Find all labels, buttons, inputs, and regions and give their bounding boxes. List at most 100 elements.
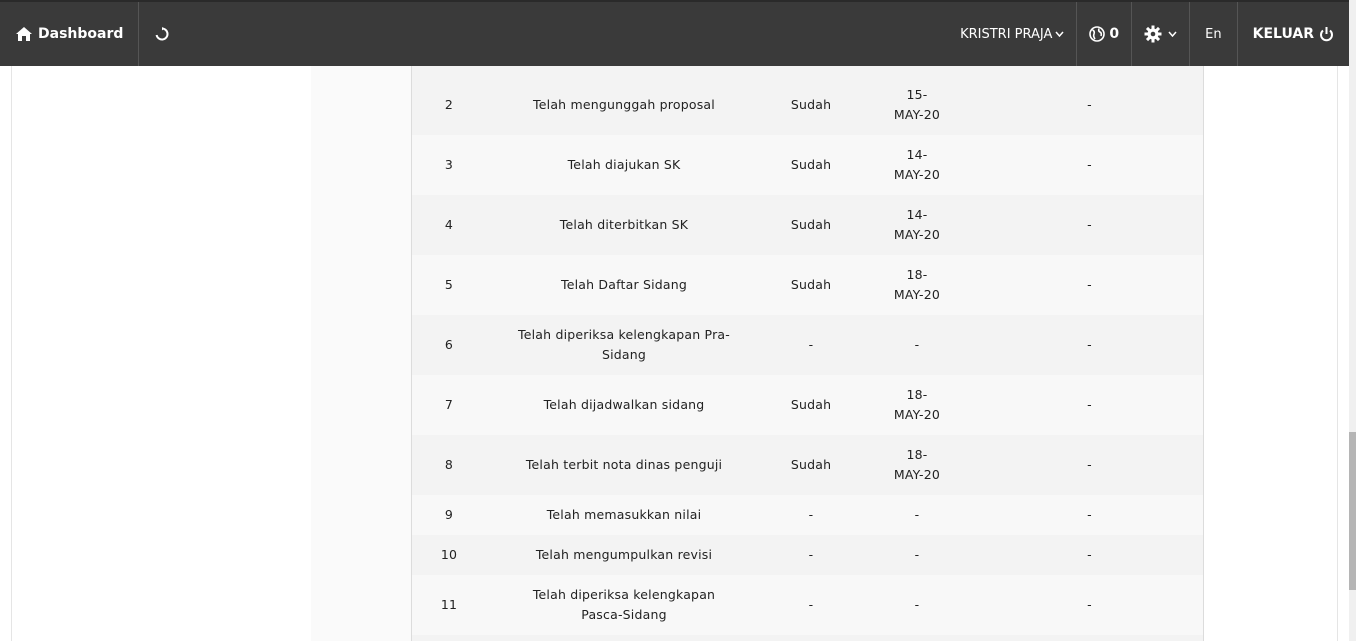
step-date xyxy=(860,66,974,75)
row-number: 7 xyxy=(412,375,486,435)
date-line: MAY-20 xyxy=(893,287,941,302)
date-line: MAY-20 xyxy=(893,407,941,422)
chevron-down-icon xyxy=(1168,31,1177,37)
table-row: 11 Telah diperiksa kelengkapan Pasca-Sid… xyxy=(412,575,1203,635)
step-name: Telah diperiksa kelengkapan Pasca-Sidang xyxy=(486,575,762,635)
step-date: - xyxy=(860,315,974,375)
step-name xyxy=(486,66,762,75)
row-number: 8 xyxy=(412,435,486,495)
power-icon xyxy=(1320,26,1333,41)
step-name: Telah memasukkan nilai xyxy=(486,495,762,535)
vertical-scrollbar[interactable] xyxy=(1349,0,1356,641)
step-note: - xyxy=(974,135,1203,195)
step-status: Sudah xyxy=(762,435,860,495)
step-note: - xyxy=(974,575,1203,635)
row-number: 3 xyxy=(412,135,486,195)
left-panel xyxy=(11,66,311,641)
step-name: Telah mengunggah proposal xyxy=(486,75,762,135)
dashboard-link[interactable]: Dashboard xyxy=(0,2,140,66)
step-note: - xyxy=(974,495,1203,535)
settings-menu[interactable] xyxy=(1131,2,1189,66)
step-note: - xyxy=(974,195,1203,255)
step-status: Sudah xyxy=(762,375,860,435)
step-name: Telah Daftar Sidang xyxy=(486,255,762,315)
date-line: - xyxy=(914,507,920,522)
dashboard-label: Dashboard xyxy=(38,26,124,42)
step-date: 14- MAY-20 xyxy=(860,195,974,255)
date-line: 14- xyxy=(906,147,928,162)
logout-button[interactable]: KELUAR xyxy=(1236,2,1349,66)
row-number: 10 xyxy=(412,535,486,575)
step-date: - xyxy=(860,535,974,575)
step-note: - xyxy=(974,535,1203,575)
date-line: MAY-20 xyxy=(893,107,941,122)
step-date: 18- MAY-20 xyxy=(860,255,974,315)
progress-table-body: 2 Telah mengunggah proposal Sudah 15- MAY… xyxy=(412,66,1203,635)
step-note: - xyxy=(974,315,1203,375)
step-date: 18- MAY-20 xyxy=(860,435,974,495)
date-line: 18- xyxy=(906,387,928,402)
language-label: En xyxy=(1205,26,1222,42)
step-name: Telah mengumpulkan revisi xyxy=(486,535,762,575)
user-menu[interactable]: KRISTRI PRAJA xyxy=(948,2,1076,66)
date-line: - xyxy=(914,547,920,562)
step-status: - xyxy=(762,495,860,535)
scrollbar-thumb[interactable] xyxy=(1349,432,1356,590)
date-line: 14- xyxy=(906,207,928,222)
row-number: 2 xyxy=(412,75,486,135)
notifications-button[interactable]: 0 xyxy=(1076,2,1131,66)
row-number: 9 xyxy=(412,495,486,535)
user-name: KRISTRI PRAJA xyxy=(960,26,1053,42)
table-row: 3 Telah diajukan SK Sudah 14- MAY-20 - xyxy=(412,135,1203,195)
row-number: 6 xyxy=(412,315,486,375)
date-line: MAY-20 xyxy=(893,467,941,482)
navbar-left: Dashboard xyxy=(0,2,185,66)
step-name: Telah diajukan SK xyxy=(486,135,762,195)
gear-icon xyxy=(1144,25,1162,43)
date-line: - xyxy=(914,337,920,352)
step-status: - xyxy=(762,315,860,375)
step-date: 15- MAY-20 xyxy=(860,75,974,135)
refresh-button[interactable] xyxy=(139,2,185,66)
table-row: 8 Telah terbit nota dinas penguji Sudah … xyxy=(412,435,1203,495)
row-number xyxy=(412,66,486,75)
step-note: - xyxy=(974,255,1203,315)
table-row: 4 Telah diterbitkan SK Sudah 14- MAY-20 - xyxy=(412,195,1203,255)
step-status: - xyxy=(762,575,860,635)
step-date: - xyxy=(860,495,974,535)
step-note: - xyxy=(974,75,1203,135)
row-number: 5 xyxy=(412,255,486,315)
gutter-panel xyxy=(311,66,411,641)
home-icon xyxy=(16,27,32,41)
progress-table-panel: 2 Telah mengunggah proposal Sudah 15- MAY… xyxy=(411,66,1204,641)
navbar-right: KRISTRI PRAJA 0 En KELUAR xyxy=(948,2,1349,66)
table-row: 7 Telah dijadwalkan sidang Sudah 18- MAY-… xyxy=(412,375,1203,435)
step-status: Sudah xyxy=(762,195,860,255)
table-row: 2 Telah mengunggah proposal Sudah 15- MAY… xyxy=(412,75,1203,135)
step-date: 18- MAY-20 xyxy=(860,375,974,435)
step-note: - xyxy=(974,435,1203,495)
step-name: Telah dijadwalkan sidang xyxy=(486,375,762,435)
step-name: Telah diperiksa kelengkapan Pra-Sidang xyxy=(486,315,762,375)
top-navbar: Dashboard KRISTRI PRAJA 0 En KELUAR xyxy=(0,0,1349,66)
table-row: 6 Telah diperiksa kelengkapan Pra-Sidang… xyxy=(412,315,1203,375)
step-status: - xyxy=(762,535,860,575)
right-panel xyxy=(1204,66,1338,641)
step-status: Sudah xyxy=(762,135,860,195)
chevron-down-icon xyxy=(1055,31,1064,37)
globe-icon xyxy=(1089,26,1106,42)
date-line: MAY-20 xyxy=(893,227,941,242)
row-number: 11 xyxy=(412,575,486,635)
step-status: Sudah xyxy=(762,255,860,315)
notification-count: 0 xyxy=(1109,26,1120,42)
step-name-text: Telah diperiksa kelengkapan Pra-Sidang xyxy=(518,327,730,362)
date-line: - xyxy=(914,597,920,612)
step-status: Sudah xyxy=(762,75,860,135)
date-line: MAY-20 xyxy=(893,167,941,182)
table-row: 10 Telah mengumpulkan revisi - - - xyxy=(412,535,1203,575)
step-date: 14- MAY-20 xyxy=(860,135,974,195)
refresh-icon xyxy=(156,27,169,41)
language-selector[interactable]: En xyxy=(1189,2,1236,66)
date-line: 18- xyxy=(906,267,928,282)
table-row xyxy=(412,66,1203,75)
